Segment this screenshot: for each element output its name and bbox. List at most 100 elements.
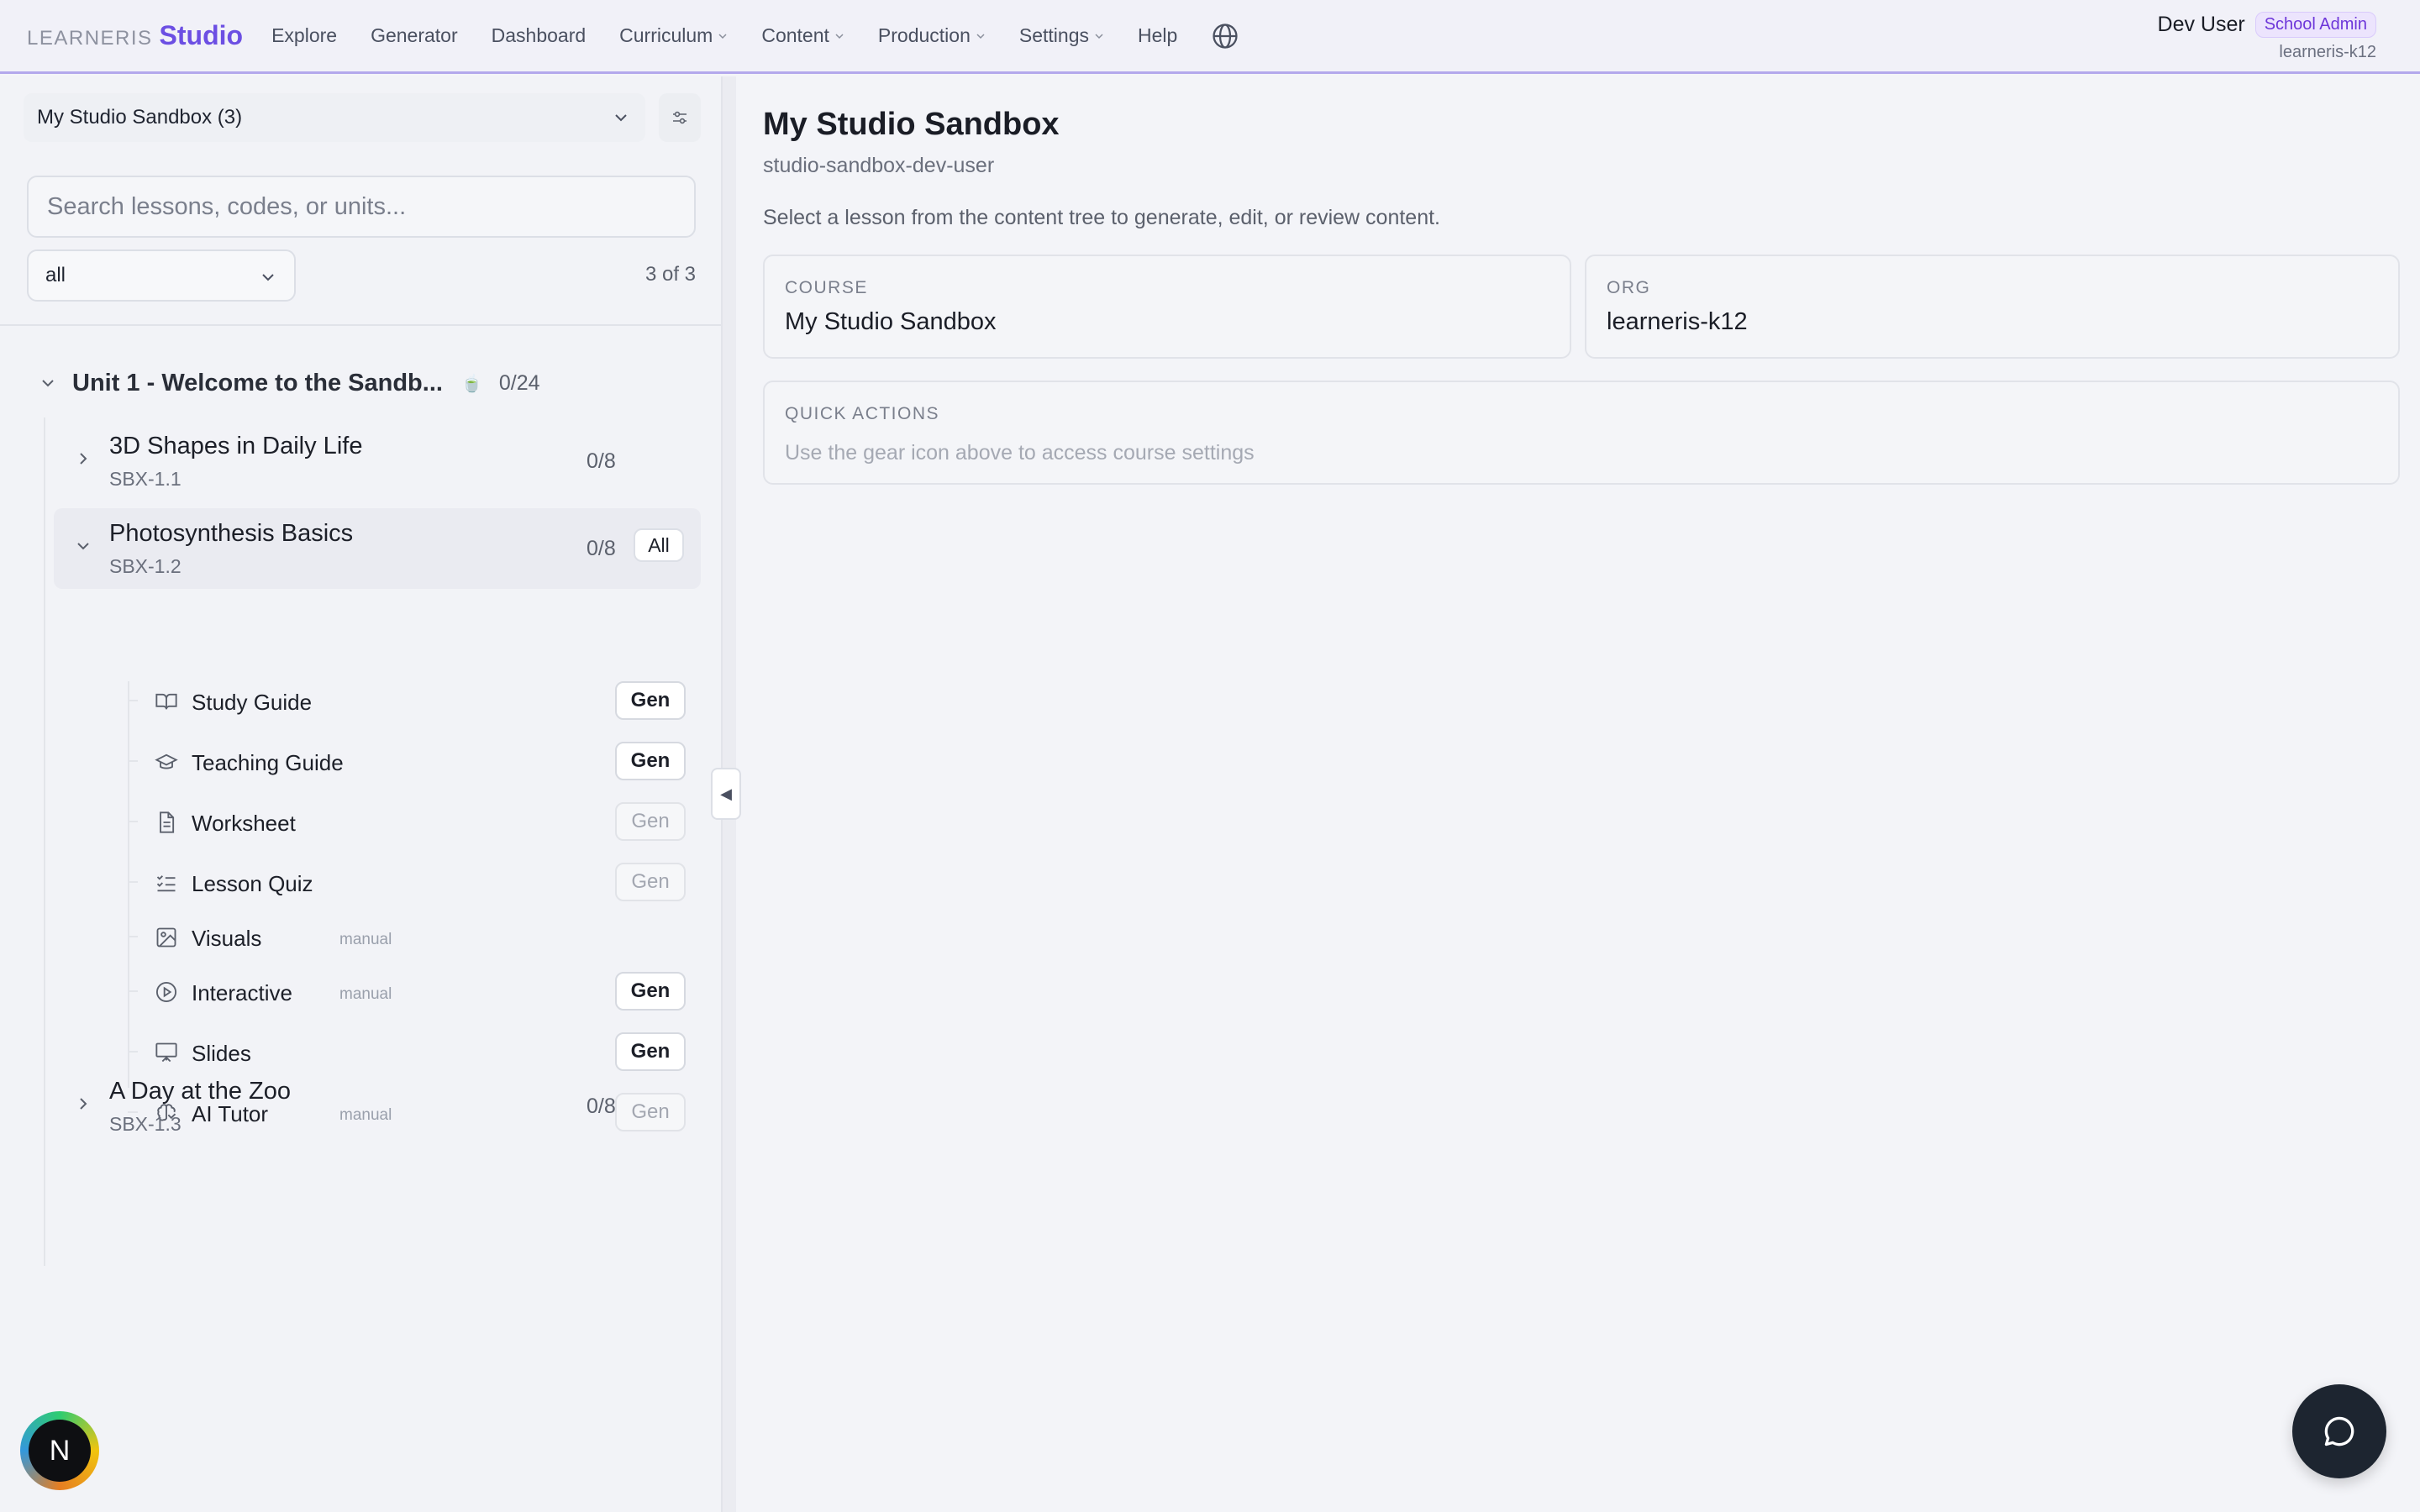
content-item-visuals[interactable]: Visuals manual — [128, 916, 699, 958]
content-item-teaching-guide[interactable]: Teaching Guide Gen — [128, 740, 699, 782]
nav-label: Explore — [271, 24, 338, 46]
divider — [0, 324, 723, 326]
filter-settings-button[interactable] — [659, 93, 701, 142]
nav-item-production[interactable]: Production — [878, 18, 986, 55]
nav-label: Help — [1137, 24, 1178, 46]
lesson-progress: 0/8 — [587, 449, 616, 473]
lesson-code: SBX-1.1 — [109, 468, 182, 490]
nav-label: Generator — [371, 24, 458, 46]
content-label: Lesson Quiz — [192, 871, 313, 896]
generate-button[interactable]: Gen — [615, 681, 686, 720]
course-card: COURSE My Studio Sandbox — [763, 255, 1571, 359]
nav-label: Production — [877, 24, 971, 46]
lesson-row[interactable]: 3D Shapes in Daily Life SBX-1.1 0/8 — [54, 421, 701, 501]
sliders-icon — [673, 111, 687, 124]
tree-tick — [128, 1051, 138, 1053]
search-input[interactable] — [27, 176, 696, 238]
lesson-row[interactable]: A Day at the Zoo SBX-1.3 0/8 — [54, 1066, 701, 1147]
tree-tick — [128, 990, 138, 992]
list-checks-icon — [156, 875, 176, 892]
course-select[interactable]: My Studio Sandbox (3) — [24, 93, 645, 142]
content-item-worksheet[interactable]: Worksheet Gen — [128, 801, 699, 843]
card-label: QUICK ACTIONS — [785, 404, 940, 423]
chevron-down-icon — [262, 274, 274, 281]
content-item-interactive[interactable]: Interactive manual Gen — [128, 970, 699, 1012]
content-label: Worksheet — [192, 811, 296, 836]
content-label: Slides — [192, 1041, 251, 1066]
nav-menu: Explore Generator Dashboard Curriculum C… — [271, 18, 1273, 55]
user-menu[interactable]: Dev User School Admin learneris-k12 — [2158, 12, 2376, 62]
role-badge: School Admin — [2254, 12, 2376, 38]
lesson-progress: 0/8 — [587, 537, 616, 560]
nav-item-curriculum[interactable]: Curriculum — [619, 18, 728, 55]
avatar[interactable]: N — [20, 1411, 99, 1490]
generate-button[interactable]: Gen — [615, 972, 686, 1011]
tree-tick — [128, 881, 138, 883]
chevron-right-icon — [80, 453, 87, 465]
manual-tag: manual — [339, 931, 392, 948]
status-filter-select[interactable]: all — [27, 249, 296, 302]
nav-item-settings[interactable]: Settings — [1019, 18, 1104, 55]
user-org: learneris-k12 — [2279, 43, 2376, 61]
message-circle-icon — [2324, 1416, 2354, 1446]
result-count: 3 of 3 — [644, 263, 696, 286]
nav-item-explore[interactable]: Explore — [271, 18, 337, 55]
content-label: Interactive — [192, 980, 292, 1005]
top-navigation-bar: LEARNERIS Studio Explore Generator Dashb… — [0, 0, 2420, 74]
generate-button[interactable]: Gen — [615, 742, 686, 780]
content-label: Teaching Guide — [192, 750, 344, 775]
nav-item-generator[interactable]: Generator — [371, 18, 458, 55]
lesson-title: 3D Shapes in Daily Life — [109, 433, 363, 459]
chevron-down-icon — [976, 33, 985, 39]
page-title: My Studio Sandbox — [763, 107, 1060, 142]
chevron-down-icon — [1095, 33, 1103, 39]
presentation-icon — [155, 1042, 177, 1063]
tree-tick — [128, 760, 138, 762]
nav-label: Dashboard — [491, 24, 587, 46]
card-value: My Studio Sandbox — [785, 308, 997, 335]
generate-button[interactable]: Gen — [615, 802, 686, 841]
unit-progress: 0/24 — [498, 370, 540, 395]
nav-label: Content — [761, 24, 829, 46]
nav-item-help[interactable]: Help — [1138, 18, 1177, 55]
unit-row[interactable]: Unit 1 - Welcome to the Sandb... 🍵 0/24 — [39, 362, 540, 404]
chevron-down-icon — [615, 114, 627, 122]
chevron-down-icon — [835, 33, 844, 39]
unit-emoji: 🍵 — [460, 374, 482, 393]
org-card: ORG learneris-k12 — [1585, 255, 2400, 359]
content-label: Visuals — [192, 926, 262, 951]
graduation-cap-icon — [155, 753, 178, 769]
content-item-lesson-quiz[interactable]: Lesson Quiz Gen — [128, 861, 699, 903]
page-subtitle: studio-sandbox-dev-user — [763, 154, 995, 177]
lesson-code: SBX-1.2 — [109, 555, 182, 577]
play-circle-icon — [155, 981, 177, 1003]
lesson-row[interactable]: Photosynthesis Basics SBX-1.2 0/8 All — [54, 508, 701, 589]
logo-name: Studio — [159, 20, 244, 50]
studio-logo[interactable]: LEARNERIS Studio — [27, 20, 243, 51]
generate-button[interactable]: Gen — [615, 863, 686, 901]
language-button[interactable] — [1211, 18, 1239, 55]
book-open-icon — [155, 693, 177, 710]
status-filter-value: all — [45, 264, 66, 286]
generate-all-button[interactable]: All — [634, 528, 684, 562]
lesson-title: A Day at the Zoo — [109, 1078, 292, 1105]
chevron-down-icon — [42, 380, 54, 387]
page-help-text: Select a lesson from the content tree to… — [763, 206, 1441, 229]
content-label: Study Guide — [192, 690, 313, 715]
avatar-initial: N — [29, 1420, 91, 1482]
collapse-sidebar-button[interactable]: ◀ — [711, 768, 741, 820]
unit-title: Unit 1 - Welcome to the Sandb... — [72, 369, 443, 396]
main-panel: My Studio Sandbox studio-sandbox-dev-use… — [738, 76, 2420, 1512]
content-item-study-guide[interactable]: Study Guide Gen — [128, 680, 699, 722]
nav-item-dashboard[interactable]: Dashboard — [492, 18, 587, 55]
tree-tick — [128, 700, 138, 701]
chevron-right-icon — [80, 1098, 87, 1110]
card-hint: Use the gear icon above to access course… — [785, 441, 1255, 465]
tree-tick — [128, 821, 138, 822]
course-select-value: My Studio Sandbox (3) — [37, 106, 243, 129]
chevron-down-icon — [718, 33, 727, 39]
chat-button[interactable] — [2292, 1384, 2386, 1478]
content-tree-sidebar: My Studio Sandbox (3) all 3 of 3 Unit 1 … — [0, 76, 723, 1512]
nav-item-content[interactable]: Content — [761, 18, 844, 55]
tree-guide-line — [44, 417, 45, 1266]
